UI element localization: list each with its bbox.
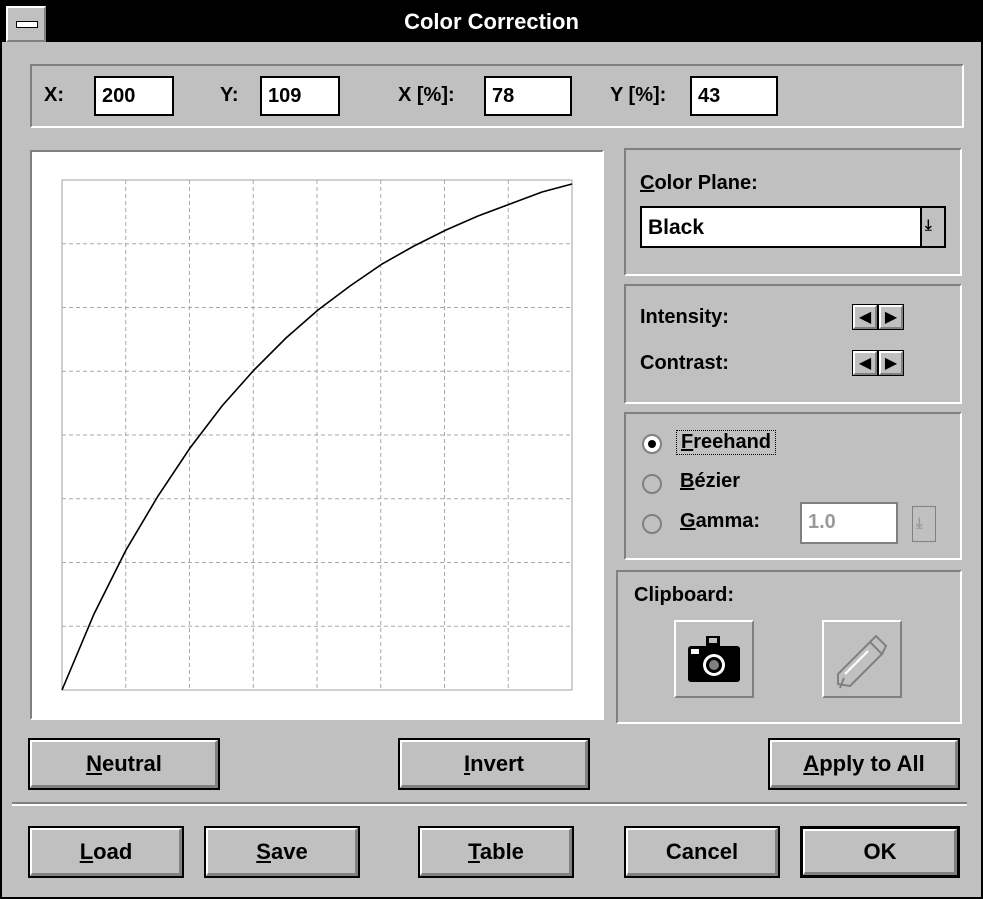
arrow-left-icon: ◀ xyxy=(853,305,877,329)
freehand-radio[interactable] xyxy=(642,434,662,454)
invert-label: Invert xyxy=(464,751,524,776)
chevron-down-icon: ⤓ xyxy=(916,514,923,532)
neutral-button[interactable]: Neutral xyxy=(28,738,220,790)
x-field[interactable]: 200 xyxy=(94,76,174,116)
color-plane-label: Color Plane: xyxy=(640,172,758,194)
curve-graph[interactable] xyxy=(34,154,600,716)
x-percent-field[interactable]: 78 xyxy=(484,76,572,116)
color-plane-panel: Color Plane: Black ⤓ xyxy=(624,148,962,276)
intensity-label: Intensity: xyxy=(640,306,729,328)
arrow-right-icon: ▶ xyxy=(879,305,903,329)
save-label: Save xyxy=(256,839,308,864)
cancel-button[interactable]: Cancel xyxy=(624,826,780,878)
copy-to-clipboard-button[interactable] xyxy=(674,620,754,698)
y-field[interactable]: 109 xyxy=(260,76,340,116)
load-label: Load xyxy=(79,839,133,864)
gamma-dropdown-button[interactable]: ⤓ xyxy=(912,506,936,542)
gamma-field[interactable]: 1.0 xyxy=(800,502,898,544)
save-button[interactable]: Save xyxy=(204,826,360,878)
intensity-decrease-button[interactable]: ◀ xyxy=(852,304,878,330)
bezier-label[interactable]: Bézier xyxy=(680,470,740,493)
camera-icon xyxy=(688,636,740,682)
x-label: X: xyxy=(44,84,64,106)
title-bar: Color Correction xyxy=(2,2,981,42)
neutral-label: Neutral xyxy=(86,751,162,776)
table-button[interactable]: Table xyxy=(418,826,574,878)
x-percent-label: X [%]: xyxy=(398,84,455,106)
table-label: Table xyxy=(468,839,524,864)
apply-to-all-button[interactable]: Apply to All xyxy=(768,738,960,790)
curve-mode-panel: Freehand Bézier Gamma: 1.0 ⤓ xyxy=(624,412,962,560)
gamma-label[interactable]: Gamma: xyxy=(680,510,760,533)
gamma-radio[interactable] xyxy=(642,514,662,534)
clipboard-panel: Clipboard: xyxy=(616,570,962,724)
bezier-radio[interactable] xyxy=(642,474,662,494)
y-percent-field[interactable]: 43 xyxy=(690,76,778,116)
coordinates-panel: X: 200 Y: 109 X [%]: 78 Y [%]: 43 xyxy=(30,64,964,128)
color-plane-value: Black xyxy=(648,216,705,239)
chevron-down-icon: ⤓ xyxy=(925,216,932,234)
cancel-label: Cancel xyxy=(665,839,739,864)
adjust-panel: Intensity: ◀ ▶ Contrast: ◀ ▶ xyxy=(624,284,962,404)
y-percent-label: Y [%]: xyxy=(610,84,667,106)
arrow-left-icon: ◀ xyxy=(853,351,877,375)
arrow-right-icon: ▶ xyxy=(879,351,903,375)
apply-to-all-label: Apply to All xyxy=(803,751,925,776)
separator xyxy=(12,802,967,806)
color-plane-dropdown[interactable]: Black ⤓ xyxy=(640,206,946,248)
intensity-increase-button[interactable]: ▶ xyxy=(878,304,904,330)
contrast-increase-button[interactable]: ▶ xyxy=(878,350,904,376)
y-label: Y: xyxy=(220,84,239,106)
paste-tube-icon xyxy=(837,634,888,689)
freehand-label[interactable]: Freehand xyxy=(676,430,777,455)
invert-button[interactable]: Invert xyxy=(398,738,590,790)
dropdown-arrow-button[interactable]: ⤓ xyxy=(920,208,944,246)
contrast-decrease-button[interactable]: ◀ xyxy=(852,350,878,376)
paste-from-clipboard-button[interactable] xyxy=(822,620,902,698)
window-title: Color Correction xyxy=(404,9,579,34)
contrast-label: Contrast: xyxy=(640,352,729,374)
clipboard-label: Clipboard: xyxy=(634,584,734,606)
ok-label: OK xyxy=(863,839,897,864)
color-correction-dialog: Color Correction X: 200 Y: 109 X [%]: 78… xyxy=(0,0,983,899)
load-button[interactable]: Load xyxy=(28,826,184,878)
curve-graph-panel[interactable] xyxy=(30,150,604,720)
ok-button[interactable]: OK xyxy=(800,826,960,878)
